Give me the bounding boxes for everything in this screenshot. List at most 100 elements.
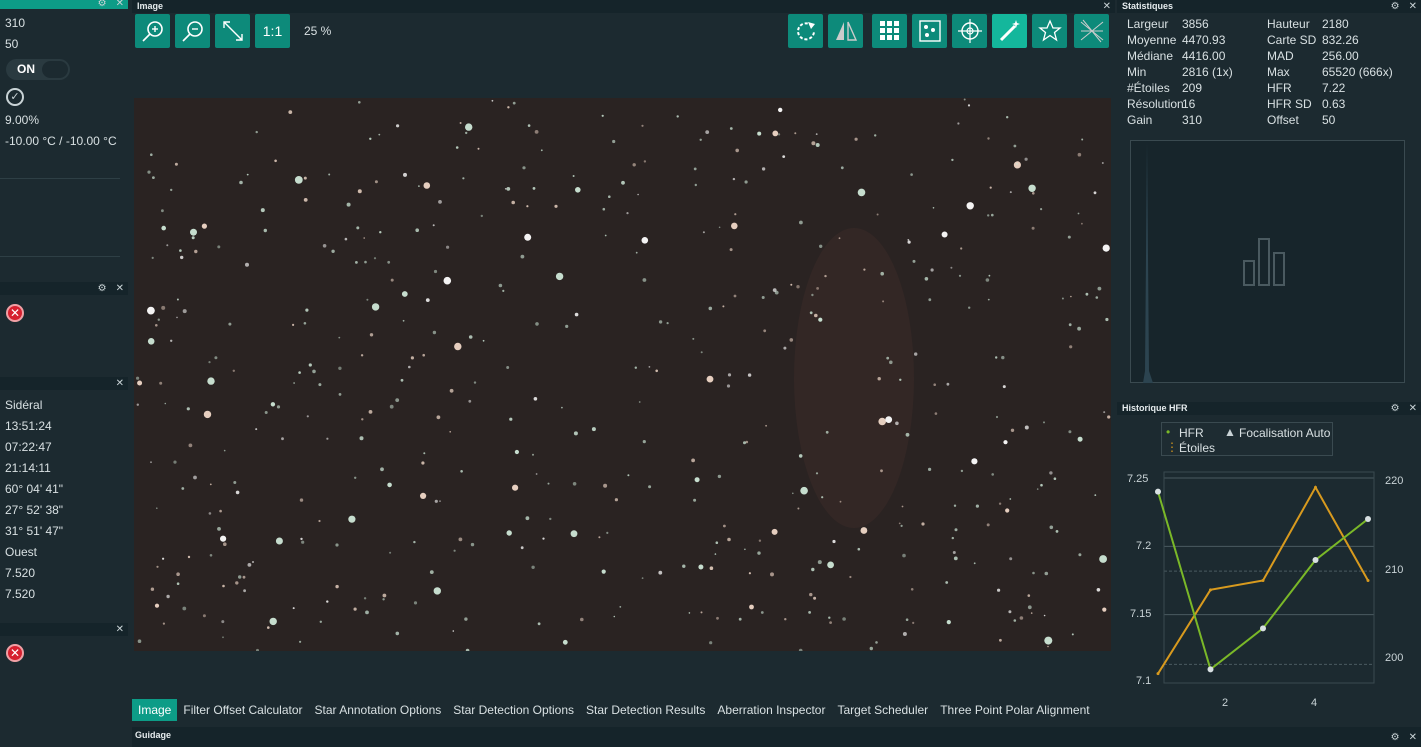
stat-value: 0.63 (1322, 97, 1346, 111)
tab-filter-offset-calculator[interactable]: Filter Offset Calculator (177, 699, 308, 721)
telescope-value: 7.520 (5, 566, 36, 580)
star-annotation-button[interactable] (1032, 14, 1067, 48)
star (875, 641, 878, 644)
star (608, 195, 611, 198)
star (727, 373, 732, 377)
close-icon[interactable]: ✕ (116, 282, 124, 295)
star (792, 492, 794, 495)
star (580, 617, 584, 622)
star (895, 421, 899, 426)
star (491, 99, 494, 102)
star (1077, 212, 1080, 215)
tab-aberration-inspector[interactable]: Aberration Inspector (711, 699, 831, 721)
star (968, 306, 971, 309)
star (819, 244, 823, 248)
star (808, 611, 811, 614)
tab-star-detection-options[interactable]: Star Detection Options (447, 699, 580, 721)
close-icon[interactable]: ✕ (1409, 0, 1417, 13)
star (305, 308, 309, 312)
star (621, 180, 625, 185)
star (203, 410, 212, 419)
bahtinov-button[interactable] (1074, 14, 1109, 48)
star (641, 577, 644, 579)
star (601, 114, 604, 117)
star (900, 524, 903, 527)
star (705, 130, 710, 134)
star (642, 440, 646, 444)
zoom-in-icon (141, 21, 163, 42)
stat-value: 832.26 (1322, 33, 1359, 47)
star (1069, 345, 1073, 349)
star (526, 205, 529, 208)
tab-star-annotation-options[interactable]: Star Annotation Options (309, 699, 448, 721)
stat-label: Carte SD (1267, 33, 1317, 47)
star (161, 209, 164, 213)
stars-point (1156, 672, 1160, 676)
histogram-peak (1143, 141, 1153, 383)
star (816, 287, 819, 290)
grid-button[interactable] (872, 14, 907, 48)
star (839, 500, 842, 503)
x-tick-label: 2 (1222, 697, 1229, 709)
settings-icon[interactable]: ⚙ (1391, 0, 1400, 13)
tab-image[interactable]: Image (132, 699, 178, 721)
star (565, 324, 569, 328)
flip-button[interactable] (828, 14, 863, 48)
star (318, 519, 321, 523)
star (207, 377, 215, 385)
star (700, 611, 703, 614)
settings-icon[interactable]: ⚙ (98, 282, 107, 295)
zoom-in-button[interactable] (135, 14, 170, 48)
star (223, 542, 227, 546)
star (549, 517, 552, 521)
star (1055, 530, 1059, 533)
star (401, 291, 408, 297)
star-detection-button[interactable] (912, 14, 947, 48)
star (876, 213, 879, 216)
star (613, 615, 616, 618)
close-icon[interactable]: ✕ (116, 0, 124, 10)
star (465, 123, 473, 131)
auto-stretch-button[interactable] (992, 14, 1027, 48)
close-icon[interactable]: ✕ (116, 377, 124, 390)
star (159, 381, 163, 385)
star (898, 522, 901, 525)
fit-to-screen-button[interactable] (215, 14, 250, 48)
tab-target-scheduler[interactable]: Target Scheduler (831, 699, 934, 721)
star (828, 616, 831, 619)
stat-value: 7.22 (1322, 81, 1346, 95)
crosshair-button[interactable] (952, 14, 987, 48)
zoom-out-button[interactable] (175, 14, 210, 48)
star (809, 592, 813, 597)
settings-icon[interactable]: ⚙ (1391, 729, 1400, 746)
star-field-image[interactable] (134, 98, 1111, 651)
star (1101, 162, 1104, 164)
pier-side: Ouest (5, 545, 38, 559)
star (763, 329, 767, 333)
star (353, 607, 357, 611)
star (512, 101, 516, 105)
close-icon[interactable]: ✕ (1409, 729, 1417, 746)
close-icon[interactable]: ✕ (116, 623, 124, 636)
star (902, 553, 906, 558)
star (157, 318, 160, 321)
close-icon[interactable]: ✕ (1103, 0, 1111, 13)
star (298, 371, 301, 374)
star (438, 200, 442, 204)
star (154, 603, 160, 608)
star (182, 309, 187, 314)
cooler-toggle[interactable]: ON (6, 59, 70, 80)
star (1044, 571, 1049, 576)
star (150, 153, 153, 156)
star (1009, 498, 1012, 500)
star (256, 648, 259, 651)
star (950, 266, 953, 269)
star (400, 378, 404, 382)
star (413, 540, 416, 544)
rotate-button[interactable] (788, 14, 823, 48)
settings-icon[interactable]: ⚙ (98, 0, 107, 10)
tab-three-point-polar-alignment[interactable]: Three Point Polar Alignment (934, 699, 1095, 721)
tab-star-detection-results[interactable]: Star Detection Results (580, 699, 711, 721)
actual-size-button[interactable]: 1:1 (255, 14, 290, 48)
star (641, 124, 644, 127)
